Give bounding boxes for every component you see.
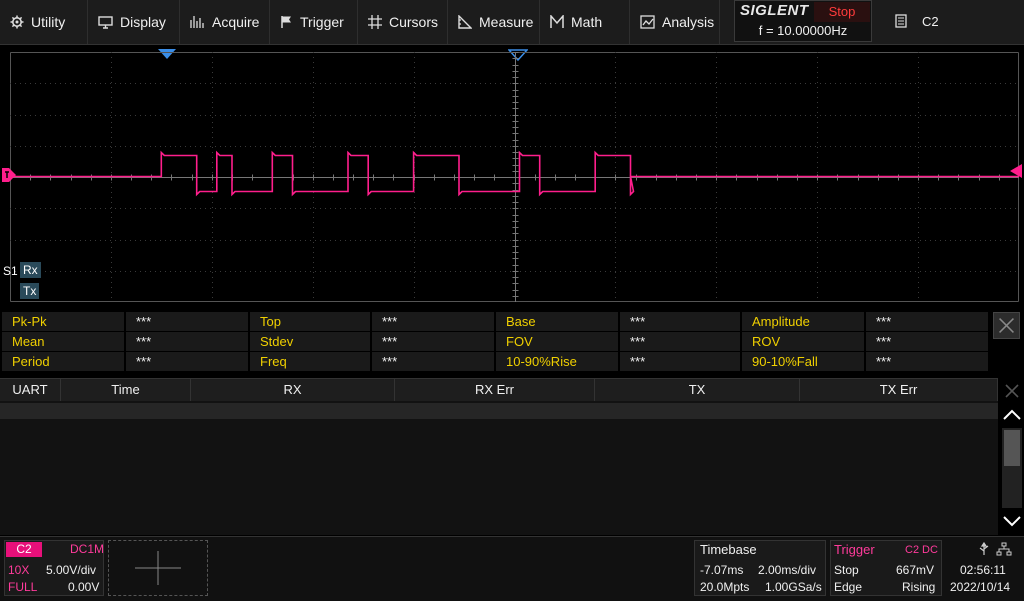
menu-display-label: Display — [120, 14, 166, 30]
math-icon — [550, 15, 564, 28]
measure-value: *** — [126, 332, 248, 351]
clock-date: 2022/10/14 — [950, 580, 1011, 594]
trigger-coupling: DC — [922, 544, 938, 556]
document-icon[interactable] — [895, 14, 907, 28]
run-stop-button[interactable]: Stop — [814, 2, 870, 22]
channel-coupling: DC1M — [70, 542, 105, 556]
menu-utility[interactable]: Utility — [0, 0, 88, 44]
analysis-icon — [640, 15, 655, 29]
measure-label: Amplitude — [742, 312, 864, 331]
menu-cursors-label: Cursors — [389, 14, 439, 30]
decode-col-rx[interactable]: RX — [191, 379, 395, 401]
timebase-sample-rate: 1.00GSa/s — [765, 580, 822, 594]
decode-col-uart[interactable]: UART — [0, 379, 61, 401]
clock-time: 02:56:11 — [960, 563, 1006, 577]
timebase-memory: 20.0Mpts — [700, 580, 750, 594]
measure-label: Freq — [250, 352, 370, 371]
menu-trigger[interactable]: Trigger — [270, 0, 358, 44]
serial-rx-label: Rx — [20, 262, 41, 278]
measure-label: Top — [250, 312, 370, 331]
decode-col-rx-err[interactable]: RX Err — [395, 379, 595, 401]
menu-cursors[interactable]: Cursors — [358, 0, 448, 44]
decode-close-icon[interactable] — [1000, 380, 1024, 402]
menu-measure-label: Measure — [479, 14, 534, 30]
flag-icon — [281, 16, 291, 28]
measure-label: Pk-Pk — [2, 312, 124, 331]
timebase-scale: 2.00ms/div — [758, 563, 817, 577]
decode-col-tx[interactable]: TX — [595, 379, 800, 401]
channel-offset: 0.00V — [68, 580, 100, 594]
table-row[interactable] — [0, 403, 998, 419]
measure-value: *** — [866, 352, 988, 371]
serial-tx-label: Tx — [20, 283, 40, 299]
measure-label: ROV — [742, 332, 864, 351]
measure-value: *** — [126, 352, 248, 371]
measure-value: *** — [126, 312, 248, 331]
menu-acquire[interactable]: Acquire — [180, 0, 270, 44]
measure-label: 10-90%Rise — [496, 352, 618, 371]
menu-utility-label: Utility — [31, 14, 66, 30]
measure-close-icon[interactable] — [993, 312, 1020, 339]
timebase-title: Timebase — [700, 542, 757, 557]
measure-label: 90-10%Fall — [742, 352, 864, 371]
measure-value: *** — [866, 312, 988, 331]
measure-value: *** — [866, 332, 988, 351]
measure-value: *** — [372, 332, 494, 351]
scroll-up-icon[interactable] — [1000, 404, 1024, 426]
menu-analysis[interactable]: Analysis — [630, 0, 720, 44]
trigger-type: Edge — [834, 580, 863, 594]
menu-measure[interactable]: Measure — [448, 0, 540, 44]
channel-probe: 10X — [8, 563, 30, 577]
menu-display[interactable]: Display — [88, 0, 180, 44]
scroll-down-icon[interactable] — [1000, 510, 1024, 532]
usb-icon — [979, 542, 989, 555]
waveform-grid[interactable] — [10, 52, 1019, 302]
trigger-slope: Rising — [902, 580, 936, 594]
trigger-state: Stop — [834, 563, 859, 577]
measure-label: FOV — [496, 332, 618, 351]
menu-trigger-label: Trigger — [300, 14, 344, 30]
measure-value: *** — [620, 352, 740, 371]
measure-label: Mean — [2, 332, 124, 351]
acquire-icon — [190, 16, 204, 28]
brand-name: SIGLENT — [740, 2, 809, 19]
decode-col-tx-err[interactable]: TX Err — [800, 379, 998, 401]
network-icon — [996, 542, 1012, 556]
measure-label: Base — [496, 312, 618, 331]
decode-col-time[interactable]: Time — [61, 379, 191, 401]
measure-value: *** — [620, 312, 740, 331]
trigger-level: 667mV — [896, 563, 935, 577]
measure-label: Period — [2, 352, 124, 371]
channel-scale: 5.00V/div — [46, 563, 97, 577]
gear-icon — [10, 15, 24, 29]
channel-bandwidth: FULL — [8, 580, 38, 594]
channel-2-offset-marker[interactable] — [2, 168, 16, 182]
timebase-delay: -7.07ms — [700, 563, 744, 577]
menu-math-label: Math — [571, 14, 603, 30]
trigger-title: Trigger — [834, 542, 875, 557]
crosshair-icon — [368, 15, 382, 29]
measure-value: *** — [372, 312, 494, 331]
trigger-source-indicator[interactable]: C2 — [922, 14, 939, 29]
menu-analysis-label: Analysis — [662, 14, 715, 30]
monitor-icon — [98, 15, 113, 29]
trigger-level-marker[interactable] — [1010, 164, 1022, 178]
decode-scroll-thumb[interactable] — [1004, 430, 1020, 466]
trigger-frequency: f = 10.00000Hz — [758, 23, 848, 38]
channel-name[interactable]: C2 — [6, 542, 42, 557]
measure-value: *** — [372, 352, 494, 371]
plus-icon — [135, 551, 181, 585]
decode-list: UART Time RX RX Err TX TX Err — [0, 378, 998, 535]
measurement-table: Pk-Pk *** Top *** Base *** Amplitude ***… — [0, 310, 990, 372]
add-channel-button[interactable] — [108, 540, 208, 596]
menu-acquire-label: Acquire — [212, 14, 260, 30]
menu-math[interactable]: Math — [540, 0, 630, 44]
measure-label: Stdev — [250, 332, 370, 351]
trigger-source: C2 — [905, 544, 920, 556]
serial-bus-label: S1 — [3, 264, 18, 278]
measure-value: *** — [620, 332, 740, 351]
ruler-icon — [458, 15, 472, 29]
